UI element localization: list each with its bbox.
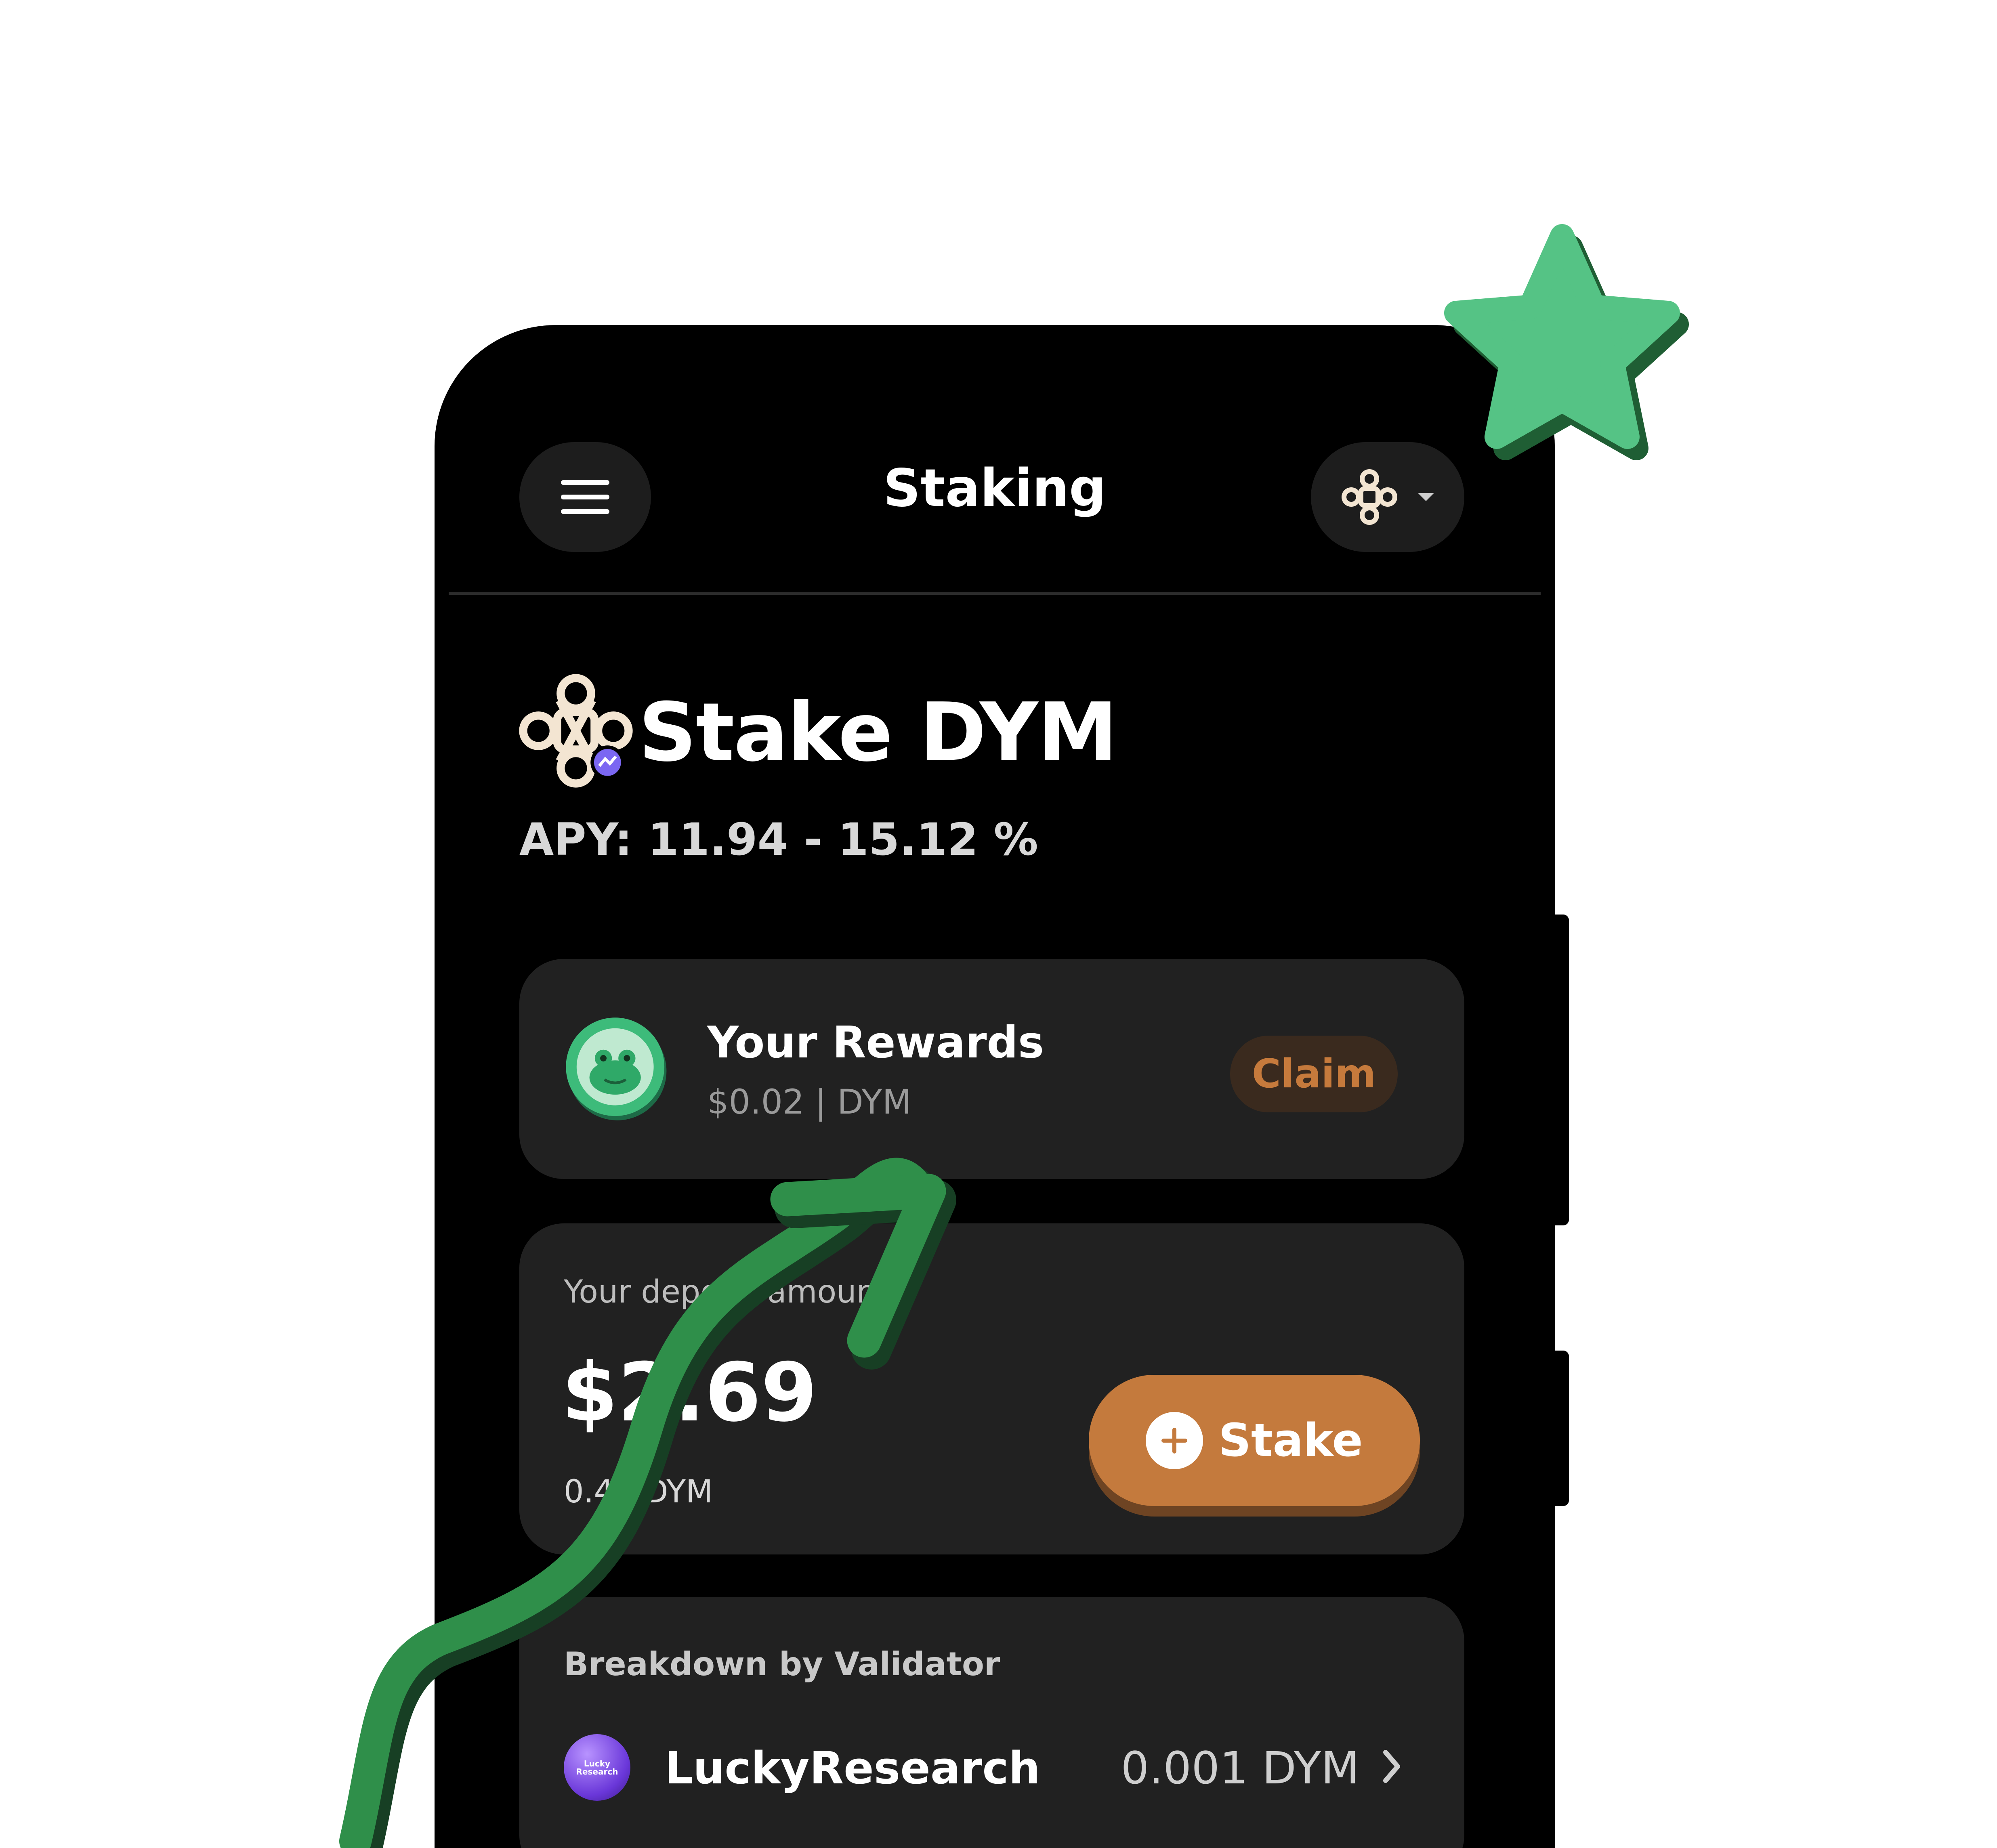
validator-avatar-text-1: Lucky [584,1758,611,1768]
stake-button[interactable]: Stake [1089,1375,1420,1506]
chain-selector-button[interactable] [1311,442,1464,552]
deposit-dym-amount: 0.42 DYM [564,1474,713,1510]
dymension-logo-icon [517,672,634,791]
validator-avatar: Lucky Research [564,1734,630,1801]
caret-down-icon [1418,493,1434,501]
validator-avatar-text-2: Research [576,1766,618,1777]
rewards-value: $0.02 | DYM [707,1082,912,1122]
validator-row[interactable]: Lucky Research LuckyResearch 0.001 DYM [564,1734,1424,1803]
chevron-right-icon [1383,1750,1400,1783]
validator-amount: 0.001 DYM [1121,1742,1359,1794]
breakdown-card: Breakdown by Validator Lucky Research Lu… [519,1597,1464,1848]
rewards-card: Your Rewards $0.02 | DYM Claim [519,959,1464,1179]
dymension-logo-icon [1342,469,1397,525]
validator-name: LuckyResearch [665,1742,1040,1794]
apy-text: APY: 11.94 - 15.12 % [519,814,1038,865]
deposit-label: Your deposit amount [564,1274,889,1310]
breakdown-label: Breakdown by Validator [564,1645,1000,1683]
stake-button-label: Stake [1218,1414,1363,1467]
claim-button[interactable]: Claim [1230,1036,1398,1112]
deposit-card: Your deposit amount $2.69 0.42 DYM Stake [519,1223,1464,1554]
hero-title: Stake DYM [638,686,1118,780]
top-bar: Staking [435,325,1555,596]
plus-circle-icon [1146,1412,1203,1469]
phone-side-button-lower [1553,1351,1569,1506]
header-divider [449,592,1541,595]
rewards-title: Your Rewards [707,1017,1044,1068]
frog-avatar-icon [564,1015,671,1122]
phone-screen: Staking Stake DYM APY: 11.94 - 15.12 % Y… [435,325,1555,1848]
deposit-value: $2.69 [562,1346,817,1440]
phone-side-button-upper [1553,915,1569,1225]
